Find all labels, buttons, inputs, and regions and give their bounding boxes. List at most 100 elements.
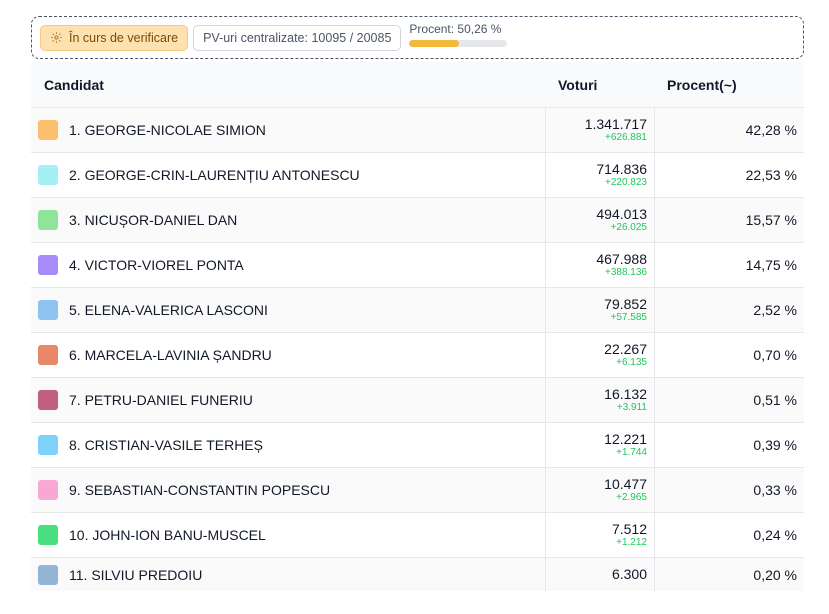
votes-cell: 16.132 +3.911 — [545, 378, 655, 422]
candidate-cell: 9. SEBASTIAN-CONSTANTIN POPESCU — [31, 468, 545, 512]
progress-fill — [409, 40, 459, 47]
percent-value: 0,70 % — [753, 347, 797, 363]
header-votes[interactable]: Voturi — [545, 77, 655, 93]
candidate-cell: 8. CRISTIAN-VASILE TERHEȘ — [31, 423, 545, 467]
verification-status-label: În curs de verificare — [69, 30, 179, 45]
votes-delta: +626.881 — [605, 131, 647, 143]
candidate-color-swatch — [38, 525, 58, 545]
votes-cell: 12.221 +1.744 — [545, 423, 655, 467]
candidate-color-swatch — [38, 210, 58, 230]
candidate-color-swatch — [38, 165, 58, 185]
votes-delta: +3.911 — [616, 401, 647, 413]
pv-count-label: PV-uri centralizate: 10095 / 20085 — [203, 30, 392, 45]
candidate-name: 10. JOHN-ION BANU-MUSCEL — [69, 527, 266, 543]
candidate-cell: 5. ELENA-VALERICA LASCONI — [31, 288, 545, 332]
votes-value: 714.836 — [596, 160, 647, 177]
percent-cell: 2,52 % — [655, 288, 804, 332]
votes-delta: +1.744 — [616, 446, 647, 458]
percent-cell: 0,20 % — [655, 558, 804, 591]
candidate-name: 7. PETRU-DANIEL FUNERIU — [69, 392, 253, 408]
header-candidate[interactable]: Candidat — [31, 77, 545, 93]
progress-label: Procent: 50,26 % — [409, 22, 502, 36]
votes-value: 22.267 — [604, 340, 647, 357]
candidate-color-swatch — [38, 120, 58, 140]
table-row: 9. SEBASTIAN-CONSTANTIN POPESCU 10.477 +… — [31, 468, 804, 513]
candidate-cell: 1. GEORGE-NICOLAE SIMION — [31, 108, 545, 152]
votes-cell: 79.852 +57.585 — [545, 288, 655, 332]
percent-cell: 0,24 % — [655, 513, 804, 557]
votes-value: 79.852 — [604, 295, 647, 312]
votes-cell: 22.267 +6.135 — [545, 333, 655, 377]
table-row: 10. JOHN-ION BANU-MUSCEL 7.512 +1.212 0,… — [31, 513, 804, 558]
candidate-name: 5. ELENA-VALERICA LASCONI — [69, 302, 268, 318]
candidate-color-swatch — [38, 300, 58, 320]
candidate-cell: 4. VICTOR-VIOREL PONTA — [31, 243, 545, 287]
table-row: 1. GEORGE-NICOLAE SIMION 1.341.717 +626.… — [31, 108, 804, 153]
percent-value: 42,28 % — [745, 122, 797, 138]
candidate-name: 2. GEORGE-CRIN-LAURENȚIU ANTONESCU — [69, 167, 360, 183]
table-body: 1. GEORGE-NICOLAE SIMION 1.341.717 +626.… — [31, 108, 804, 591]
candidate-color-swatch — [38, 435, 58, 455]
candidate-name: 6. MARCELA-LAVINIA ȘANDRU — [69, 347, 272, 363]
table-row: 6. MARCELA-LAVINIA ȘANDRU 22.267 +6.135 … — [31, 333, 804, 378]
votes-value: 6.300 — [611, 566, 647, 582]
candidate-name: 1. GEORGE-NICOLAE SIMION — [69, 122, 266, 138]
table-row: 8. CRISTIAN-VASILE TERHEȘ 12.221 +1.744 … — [31, 423, 804, 468]
candidate-color-swatch — [38, 480, 58, 500]
candidate-color-swatch — [38, 255, 58, 275]
header-percent[interactable]: Procent(~) — [655, 77, 804, 93]
candidate-cell: 11. SILVIU PREDOIU — [31, 558, 545, 591]
candidate-color-swatch — [38, 345, 58, 365]
gear-icon — [51, 32, 62, 43]
votes-value: 12.221 — [604, 430, 647, 447]
votes-delta: +2.965 — [616, 491, 647, 503]
percent-cell: 0,39 % — [655, 423, 804, 467]
percent-value: 15,57 % — [745, 212, 797, 228]
votes-cell: 494.013 +26.025 — [545, 198, 655, 242]
table-row: 4. VICTOR-VIOREL PONTA 467.988 +388.136 … — [31, 243, 804, 288]
table-row: 5. ELENA-VALERICA LASCONI 79.852 +57.585… — [31, 288, 804, 333]
votes-delta: +1.212 — [616, 536, 647, 548]
votes-delta: +6.135 — [616, 356, 647, 368]
candidate-cell: 7. PETRU-DANIEL FUNERIU — [31, 378, 545, 422]
progress-indicator: Procent: 50,26 % — [409, 22, 508, 47]
votes-delta: +388.136 — [605, 266, 647, 278]
percent-cell: 0,51 % — [655, 378, 804, 422]
votes-value: 494.013 — [596, 205, 647, 222]
votes-delta: +26.025 — [610, 221, 647, 233]
votes-cell: 467.988 +388.136 — [545, 243, 655, 287]
table-row: 2. GEORGE-CRIN-LAURENȚIU ANTONESCU 714.8… — [31, 153, 804, 198]
percent-cell: 0,33 % — [655, 468, 804, 512]
votes-cell: 7.512 +1.212 — [545, 513, 655, 557]
candidate-name: 9. SEBASTIAN-CONSTANTIN POPESCU — [69, 482, 331, 498]
votes-value: 467.988 — [596, 250, 647, 267]
percent-cell: 15,57 % — [655, 198, 804, 242]
candidate-cell: 3. NICUȘOR-DANIEL DAN — [31, 198, 545, 242]
candidate-name: 11. SILVIU PREDOIU — [69, 566, 203, 583]
percent-value: 22,53 % — [745, 167, 797, 183]
percent-value: 0,33 % — [753, 482, 797, 498]
results-table: Candidat Voturi Procent(~) 1. GEORGE-NIC… — [31, 62, 804, 591]
votes-cell: 1.341.717 +626.881 — [545, 108, 655, 152]
candidate-cell: 6. MARCELA-LAVINIA ȘANDRU — [31, 333, 545, 377]
votes-value: 10.477 — [604, 475, 647, 492]
percent-value: 0,24 % — [753, 527, 797, 543]
votes-cell: 10.477 +2.965 — [545, 468, 655, 512]
percent-cell: 42,28 % — [655, 108, 804, 152]
votes-delta: +57.585 — [610, 311, 647, 323]
percent-value: 0,39 % — [753, 437, 797, 453]
percent-cell: 22,53 % — [655, 153, 804, 197]
candidate-color-swatch — [38, 390, 58, 410]
percent-cell: 14,75 % — [655, 243, 804, 287]
votes-value: 7.512 — [611, 520, 647, 537]
candidate-color-swatch — [38, 564, 58, 585]
candidate-name: 4. VICTOR-VIOREL PONTA — [69, 257, 244, 273]
candidate-name: 8. CRISTIAN-VASILE TERHEȘ — [69, 437, 263, 453]
table-row: 11. SILVIU PREDOIU 6.300 0,20 % — [31, 558, 804, 591]
percent-value: 2,52 % — [753, 302, 797, 318]
percent-cell: 0,70 % — [655, 333, 804, 377]
candidate-cell: 2. GEORGE-CRIN-LAURENȚIU ANTONESCU — [31, 153, 545, 197]
candidate-name: 3. NICUȘOR-DANIEL DAN — [69, 212, 238, 228]
progress-track — [409, 40, 508, 47]
percent-value: 14,75 % — [745, 257, 797, 273]
